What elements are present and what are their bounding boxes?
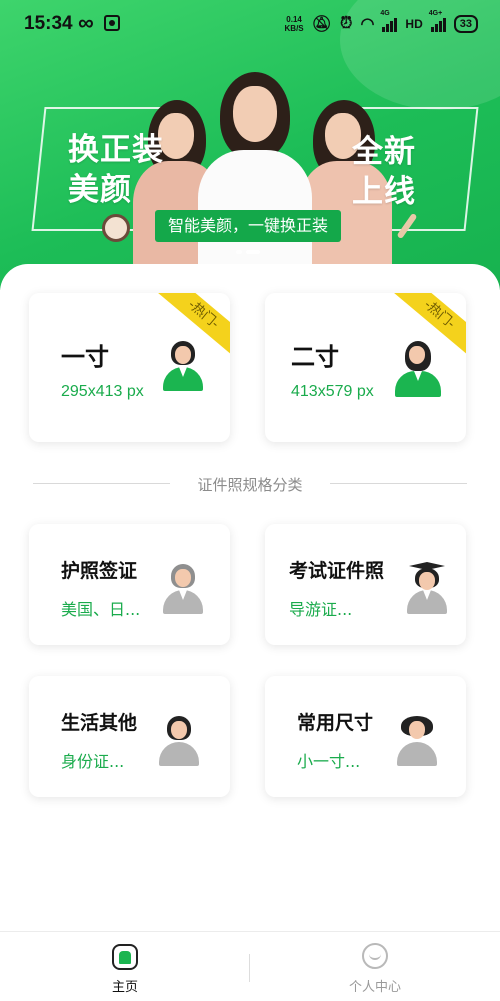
mute-icon: 🔕︎ <box>311 16 332 33</box>
person-avatar-icon <box>395 716 439 766</box>
alarm-icon: ⏰︎ <box>339 15 353 32</box>
card-title: 二寸 <box>291 343 339 371</box>
status-indicators: 0.14 KB/S 🔕︎ ⏰︎ ◠ 4G HD 4G+ 33 <box>284 10 478 34</box>
network-speed: 0.14 KB/S <box>284 15 304 33</box>
graduate-avatar-icon <box>405 562 449 614</box>
pagination-dot-active <box>246 250 260 254</box>
card-subtitle: 美国、日... <box>61 600 141 619</box>
infinity-icon: ∞ <box>78 10 94 35</box>
size-card-1inch[interactable]: -热门- 一寸 295x413 px <box>29 293 230 442</box>
tab-home-label: 主页 <box>111 980 138 995</box>
card-title: 常用尺寸 <box>297 712 374 734</box>
category-card-life-other[interactable]: 生活其他 身份证... <box>29 676 230 797</box>
tab-profile[interactable]: 个人中心 <box>315 932 435 1001</box>
category-card-exam-photo[interactable]: 考试证件照 导游证... <box>265 524 466 645</box>
card-title: 一寸 <box>61 343 109 371</box>
card-title: 生活其他 <box>61 712 138 734</box>
banner-subtitle: 智能美颜，一键换正装 <box>155 210 341 242</box>
person-avatar-icon <box>161 564 205 614</box>
notification-icon <box>104 15 120 31</box>
card-title: 考试证件照 <box>289 560 385 582</box>
person-avatar-icon <box>161 341 205 391</box>
compact-icon <box>102 214 130 242</box>
signal-icon: 4G <box>380 10 398 32</box>
card-subtitle: 身份证... <box>61 752 125 771</box>
profile-icon <box>362 943 388 969</box>
tab-profile-label: 个人中心 <box>348 980 401 995</box>
banner-pagination <box>236 250 260 254</box>
category-card-passport-visa[interactable]: 护照签证 美国、日... <box>29 524 230 645</box>
battery-icon: 33 <box>453 15 478 33</box>
signal-icon-2: 4G+ <box>429 10 446 32</box>
section-title: 证件照规格分类 <box>197 476 303 494</box>
card-size: 295x413 px <box>61 383 144 400</box>
tab-home[interactable]: 主页 <box>65 932 185 1001</box>
category-card-common-size[interactable]: 常用尺寸 小一寸... <box>265 676 466 797</box>
status-time: 15:34 <box>24 13 73 34</box>
card-size: 413x579 px <box>291 383 374 400</box>
card-title: 护照签证 <box>61 560 138 582</box>
card-subtitle: 小一寸... <box>297 752 361 771</box>
status-bar: 15:34 ∞ 0.14 KB/S 🔕︎ ⏰︎ ◠ 4G HD 4G+ 33 <box>0 0 500 50</box>
size-card-2inch[interactable]: -热门- 二寸 413x579 px <box>265 293 466 442</box>
wifi-icon: ◠ <box>360 16 375 33</box>
person-avatar-icon <box>393 341 443 397</box>
pagination-dot <box>236 250 242 254</box>
person-avatar-icon <box>157 716 201 766</box>
tab-separator <box>249 954 250 982</box>
hd-icon: HD <box>405 17 423 31</box>
banner-headline-left: 换正装 美颜 <box>68 132 164 208</box>
bottom-tab-bar: 主页 个人中心 <box>0 931 500 1001</box>
card-subtitle: 导游证... <box>289 600 353 619</box>
home-icon <box>112 944 138 970</box>
banner-headline-right: 全新 上线 <box>352 134 416 210</box>
